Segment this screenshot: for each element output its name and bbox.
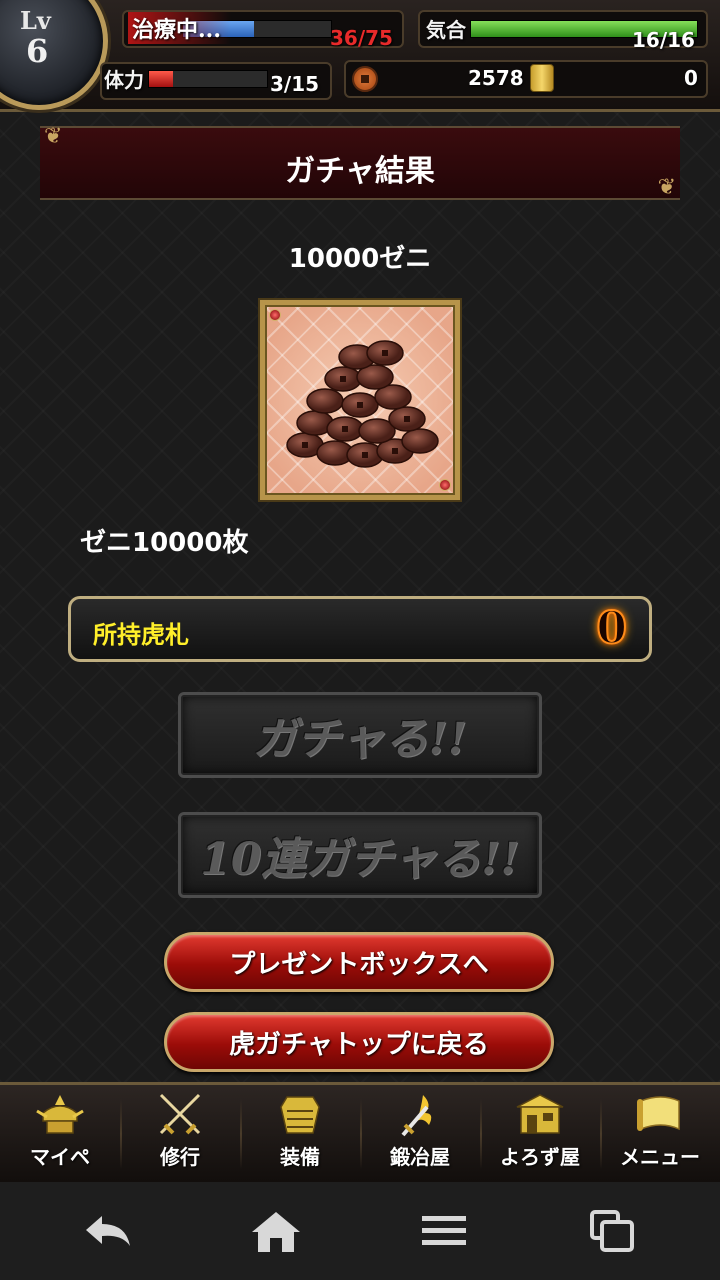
item-image [260,300,460,500]
gacha-button[interactable]: ガチャる!! [178,692,542,778]
coin-pile-icon [286,340,439,468]
hp-status-text: 治療中... [128,12,231,44]
nav-item-blacksmith[interactable]: 鍛冶屋 [360,1085,480,1182]
nav-label-blacksmith: 鍛冶屋 [390,1145,450,1169]
owned-label: 所持虎札 [93,621,189,649]
home-icon[interactable] [246,1206,306,1256]
owned-value: 0 [595,602,628,655]
nav-item-training[interactable]: 修行 [120,1085,240,1182]
stamina-label: 体力 [104,68,144,92]
menu-icon[interactable] [414,1206,474,1256]
scroll-icon [637,1096,680,1131]
gacha-10-button[interactable]: 10連ガチャる!! [178,812,542,898]
ornament-right-icon: ❦ [657,175,676,200]
level-value: 6 [26,32,49,70]
back-icon[interactable] [78,1206,138,1256]
gold-count: 0 [684,66,698,90]
coin-count: 2578 [468,66,524,90]
page-title: ガチャ結果 [285,154,435,189]
level-badge [0,0,108,110]
result-heading: 10000ゼニ [288,244,432,274]
nav-label-mypage: マイペ [30,1145,90,1169]
hp-value: 36/75 [330,26,393,50]
title-banner: ❦ ガチャ結果 ❦ [40,124,680,200]
nav-item-mypage[interactable]: マイペ [0,1085,120,1182]
crossed-swords-icon [159,1093,201,1135]
spirit-label: 気合 [426,18,466,42]
flaming-sword-icon [401,1095,432,1137]
gacha-10-button-label: 10連ガチャる!! [200,834,520,885]
nav-item-menu[interactable]: メニュー [600,1085,720,1182]
spirit-value: 16/16 [632,28,695,52]
coin-icon [352,66,378,92]
android-navigation-bar [0,1182,720,1280]
status-bar: Lv 6 治療中... 36/75 気合 16/16 体力 3/15 2578 … [0,0,720,112]
recent-apps-icon[interactable] [582,1206,642,1256]
nav-label-menu: メニュー [620,1145,700,1169]
back-to-tiger-gacha-button[interactable]: 虎ガチャトップに戻る [164,1012,554,1072]
stamina-bar [148,70,268,88]
stamina-value: 3/15 [270,72,320,96]
owned-tiger-tickets: 所持虎札 0 [68,596,652,662]
shop-icon [516,1094,564,1134]
stamina-bar-fill [149,71,173,87]
back-to-tiger-gacha-button-label: 虎ガチャトップに戻る [229,1029,489,1060]
nav-label-training: 修行 [160,1145,200,1169]
currency-frame [344,60,708,98]
nav-item-general-store[interactable]: よろず屋 [480,1085,600,1182]
nav-item-equipment[interactable]: 装備 [240,1085,360,1182]
game-nav: マイペ 修行 装備 鍛冶屋 よろず屋 メニュー [0,1082,720,1182]
samurai-helmet-icon [36,1095,84,1134]
item-description: ゼニ10000枚 [80,528,249,558]
armor-icon [280,1096,320,1134]
gacha-button-label: ガチャる!! [252,714,468,765]
nav-label-general-store: よろず屋 [500,1145,580,1169]
present-box-button[interactable]: プレゼントボックスへ [164,932,554,992]
present-box-button-label: プレゼントボックスへ [229,949,489,980]
level-label: Lv [20,6,51,35]
nav-label-equipment: 装備 [280,1145,320,1169]
gold-bar-icon [530,64,554,92]
